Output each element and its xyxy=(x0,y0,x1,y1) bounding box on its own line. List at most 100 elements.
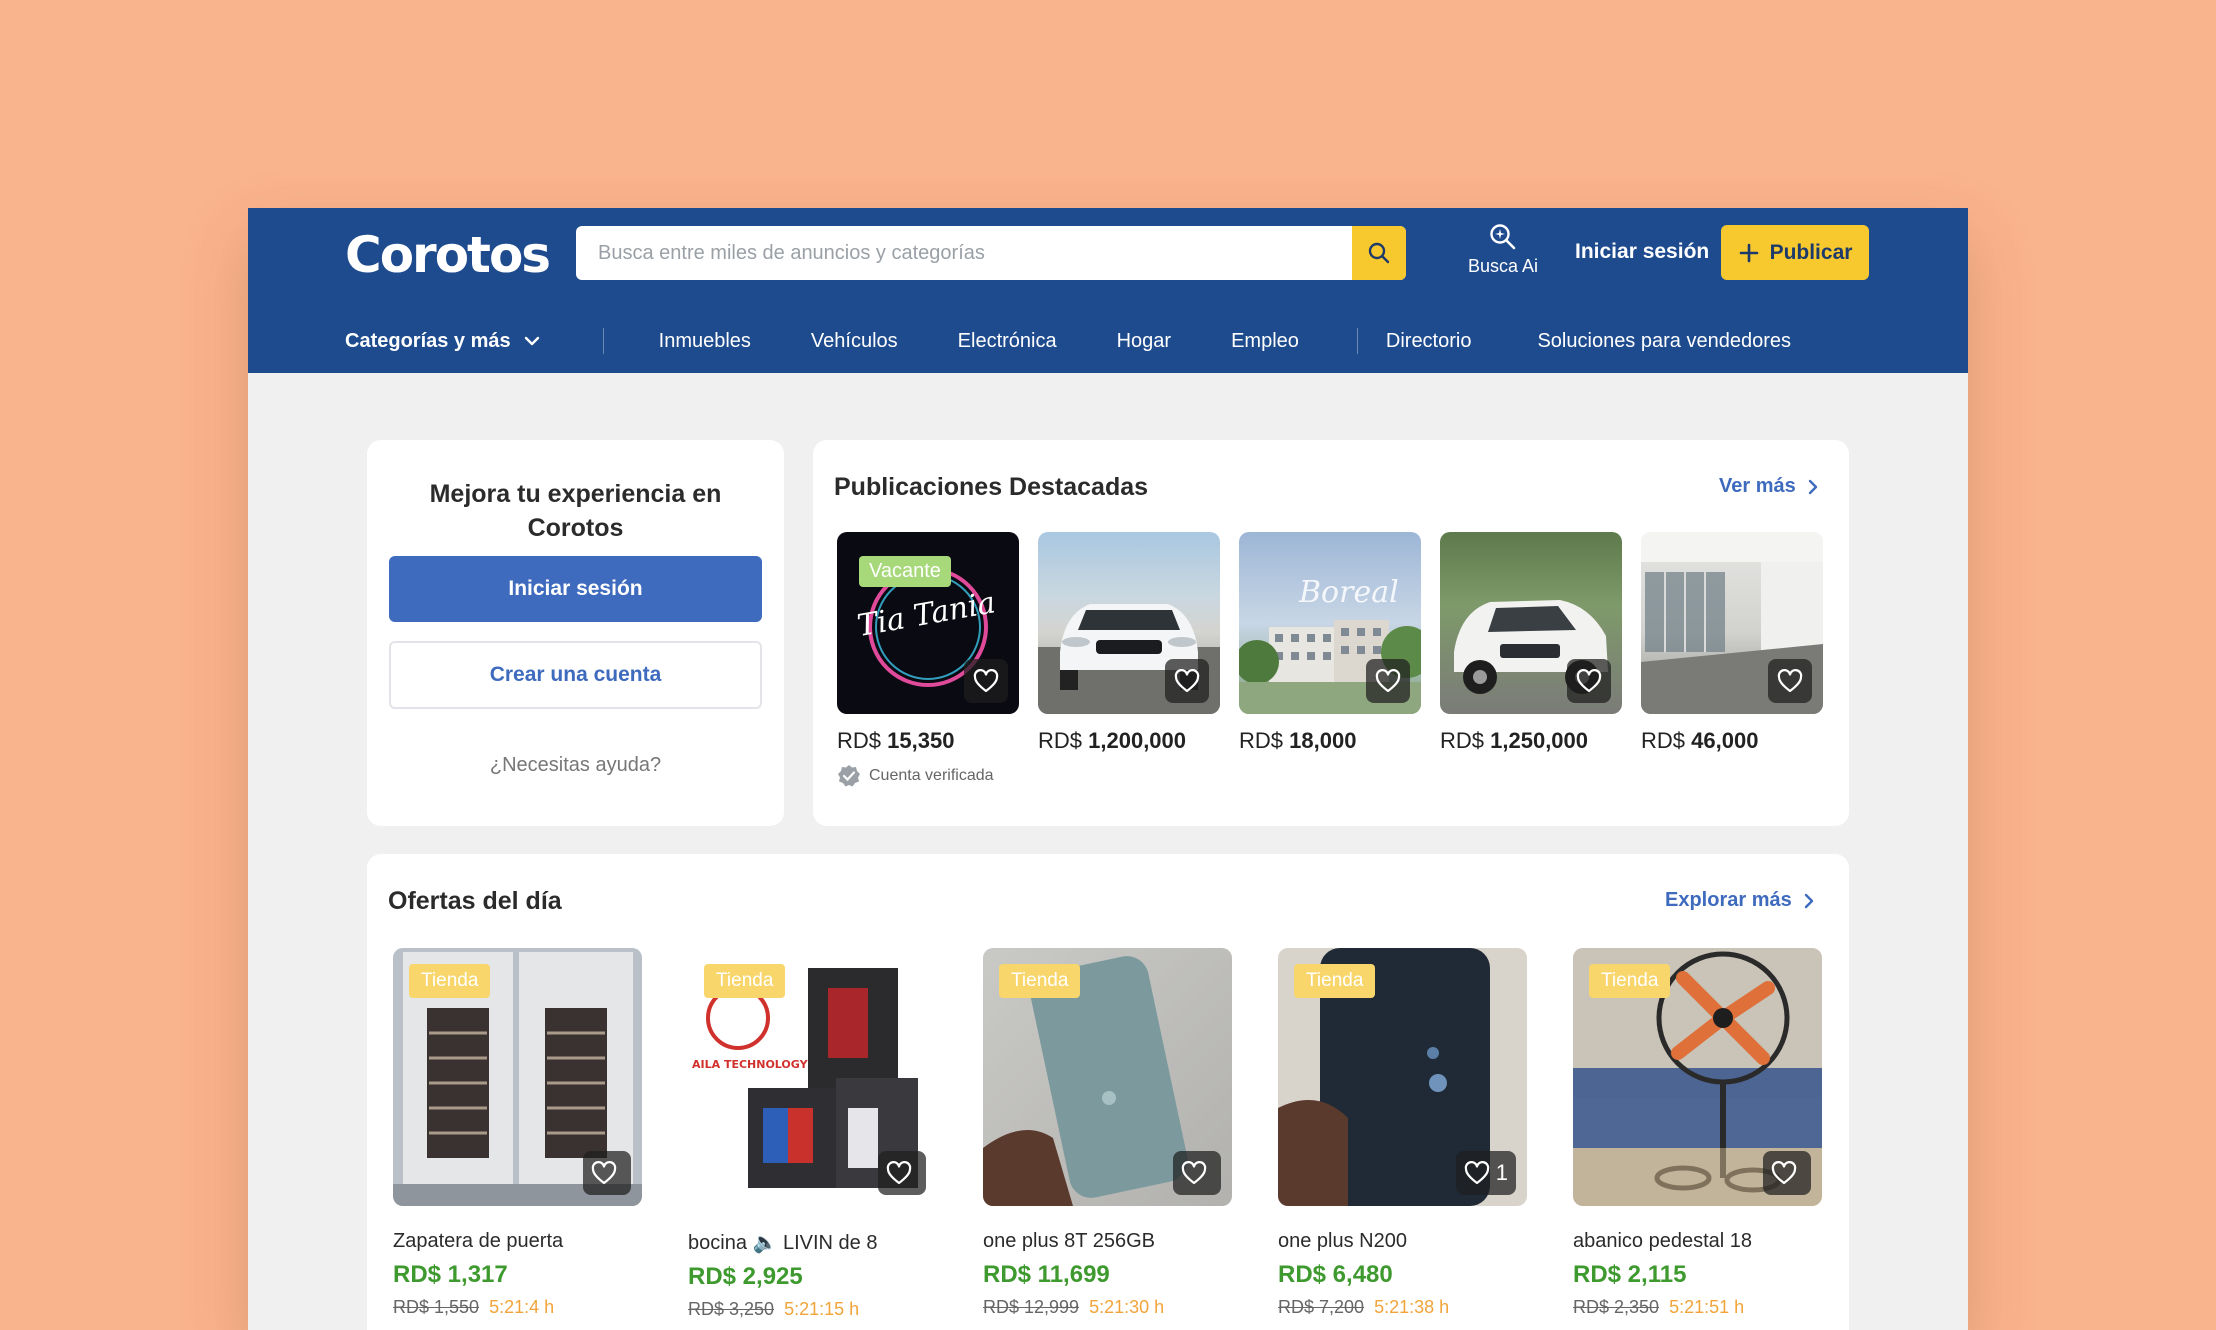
boreal-text: Boreal xyxy=(1298,575,1399,610)
tienda-badge: Tienda xyxy=(1294,964,1376,998)
nav-divider xyxy=(602,328,604,354)
offer-card[interactable]: Tienda 1 one plus N200 RD$ 6,480 RD$ 7,2… xyxy=(1278,948,1527,1318)
listing-image[interactable]: Tia Tania Vacante xyxy=(837,532,1019,714)
corotos-logo[interactable]: Corotos xyxy=(345,226,551,284)
heart-icon xyxy=(886,1161,912,1185)
create-account-button[interactable]: Crear una cuenta xyxy=(389,641,762,709)
offer-image[interactable]: Tienda xyxy=(1573,948,1822,1206)
nav-item-hogar[interactable]: Hogar xyxy=(1117,330,1171,353)
tienda-badge: Tienda xyxy=(704,964,786,998)
offer-price: RD$ 2,925 xyxy=(688,1263,803,1290)
offer-image[interactable]: Tienda 1 xyxy=(1278,948,1527,1206)
search-input[interactable] xyxy=(576,226,1352,280)
verified-account: Cuenta verificada xyxy=(837,764,1019,788)
favorite-button[interactable] xyxy=(583,1151,631,1195)
heart-icon xyxy=(973,669,999,693)
favorite-button[interactable]: 1 xyxy=(1455,1151,1516,1195)
heart-icon xyxy=(1771,1161,1797,1185)
ver-mas-link[interactable]: Ver más xyxy=(1719,475,1820,498)
heart-icon xyxy=(1181,1161,1207,1185)
chevron-right-icon xyxy=(1808,479,1817,494)
login-button[interactable]: Iniciar sesión xyxy=(389,556,762,622)
verified-label: Cuenta verificada xyxy=(869,767,994,784)
offer-image[interactable]: Tienda xyxy=(983,948,1232,1206)
offer-card[interactable]: AILA TECHNOLOGY Tienda bocina 🔈 LIVIN de… xyxy=(688,948,937,1320)
category-nav: Categorías y más Inmuebles Vehículos Ele… xyxy=(345,321,1968,361)
favorite-button[interactable] xyxy=(1165,659,1209,703)
old-price: RD$ 3,250 xyxy=(688,1299,775,1319)
offer-card[interactable]: Tienda Zapatera de puerta RD$ 1,317 RD$ … xyxy=(393,948,642,1318)
chevron-down-icon xyxy=(524,336,539,346)
offer-title[interactable]: Zapatera de puerta xyxy=(393,1230,642,1253)
favorite-button[interactable] xyxy=(1366,659,1410,703)
vacante-badge: Vacante xyxy=(859,556,951,587)
publish-button[interactable]: Publicar xyxy=(1721,225,1869,280)
listing-image[interactable] xyxy=(1440,532,1622,714)
categories-label: Categorías y más xyxy=(345,329,511,352)
offer-price: RD$ 11,699 xyxy=(983,1261,1110,1288)
old-price: RD$ 7,200 xyxy=(1278,1297,1365,1317)
offer-meta: RD$ 7,200 5:21:38 h xyxy=(1278,1297,1527,1318)
listing-image[interactable]: Boreal xyxy=(1239,532,1421,714)
old-price: RD$ 2,350 xyxy=(1573,1297,1660,1317)
featured-card[interactable]: RD$ 1,250,000 xyxy=(1440,532,1622,754)
featured-card[interactable]: RD$ 46,000 xyxy=(1641,532,1823,754)
offer-meta: RD$ 12,999 5:21:30 h xyxy=(983,1297,1232,1318)
featured-card[interactable]: Tia Tania Vacante RD$ 15,350 Cuenta veri… xyxy=(837,532,1019,788)
offer-title[interactable]: bocina 🔈 LIVIN de 8 xyxy=(688,1230,937,1255)
nav-item-empleo[interactable]: Empleo xyxy=(1231,330,1299,353)
nav-item-electronica[interactable]: Electrónica xyxy=(958,330,1057,353)
countdown: 5:21:38 h xyxy=(1374,1297,1450,1317)
nav-item-soluciones[interactable]: Soluciones para vendedores xyxy=(1537,330,1791,353)
listing-price: RD$ 46,000 xyxy=(1641,728,1759,753)
nav-item-vehiculos[interactable]: Vehículos xyxy=(811,330,898,353)
offer-image[interactable]: Tienda xyxy=(393,948,642,1206)
favorite-button[interactable] xyxy=(1768,659,1812,703)
favorite-button[interactable] xyxy=(1173,1151,1221,1195)
listing-image[interactable] xyxy=(1641,532,1823,714)
offer-price: RD$ 2,115 xyxy=(1573,1261,1687,1288)
search-button[interactable] xyxy=(1352,226,1406,280)
countdown: 5:21:4 h xyxy=(489,1297,555,1317)
offer-price: RD$ 1,317 xyxy=(393,1261,508,1288)
favorite-button[interactable] xyxy=(1763,1151,1811,1195)
verified-badge-icon xyxy=(838,765,860,787)
nav-item-inmuebles[interactable]: Inmuebles xyxy=(659,330,751,353)
publish-label: Publicar xyxy=(1769,240,1853,264)
heart-icon xyxy=(1777,669,1803,693)
categories-dropdown[interactable]: Categorías y más xyxy=(345,330,541,353)
offer-title[interactable]: one plus N200 xyxy=(1278,1230,1527,1253)
plus-icon xyxy=(1739,243,1758,262)
offer-title[interactable]: abanico pedestal 18 xyxy=(1573,1230,1822,1253)
favorite-count: 1 xyxy=(1495,1160,1508,1185)
offer-meta: RD$ 1,550 5:21:4 h xyxy=(393,1297,642,1318)
header-login-link[interactable]: Iniciar sesión xyxy=(1575,240,1709,264)
busca-ai-button[interactable]: Busca Ai xyxy=(1458,222,1548,277)
offer-card[interactable]: Tienda one plus 8T 256GB RD$ 11,699 RD$ … xyxy=(983,948,1232,1318)
offer-meta: RD$ 3,250 5:21:15 h xyxy=(688,1299,937,1320)
offer-image[interactable]: AILA TECHNOLOGY Tienda xyxy=(688,948,937,1206)
browser-window: Corotos Busca Ai Iniciar sesión Publicar… xyxy=(248,208,1968,1330)
old-price: RD$ 12,999 xyxy=(983,1297,1080,1317)
explorar-mas-label: Explorar más xyxy=(1665,889,1792,911)
help-link[interactable]: ¿Necesitas ayuda? xyxy=(367,754,784,777)
search-bar xyxy=(576,226,1406,280)
favorite-button[interactable] xyxy=(964,659,1008,703)
featured-title: Publicaciones Destacadas xyxy=(834,473,1149,501)
offer-title[interactable]: one plus 8T 256GB xyxy=(983,1230,1232,1253)
favorite-button[interactable] xyxy=(878,1151,926,1195)
favorite-button[interactable] xyxy=(1567,659,1611,703)
countdown: 5:21:51 h xyxy=(1669,1297,1745,1317)
heart-icon xyxy=(1576,669,1602,693)
listing-price: RD$ 18,000 xyxy=(1239,728,1357,753)
offer-meta: RD$ 2,350 5:21:51 h xyxy=(1573,1297,1822,1318)
listing-price: RD$ 1,250,000 xyxy=(1440,728,1589,753)
featured-card[interactable]: RD$ 1,200,000 xyxy=(1038,532,1220,754)
login-panel: Mejora tu experiencia en Corotos Iniciar… xyxy=(367,440,784,826)
old-price: RD$ 1,550 xyxy=(393,1297,480,1317)
featured-card[interactable]: Boreal RD$ 18,000 xyxy=(1239,532,1421,754)
explorar-mas-link[interactable]: Explorar más xyxy=(1665,889,1816,912)
listing-image[interactable] xyxy=(1038,532,1220,714)
nav-item-directorio[interactable]: Directorio xyxy=(1386,330,1472,353)
offer-card[interactable]: Tienda abanico pedestal 18 RD$ 2,115 RD$… xyxy=(1573,948,1822,1318)
